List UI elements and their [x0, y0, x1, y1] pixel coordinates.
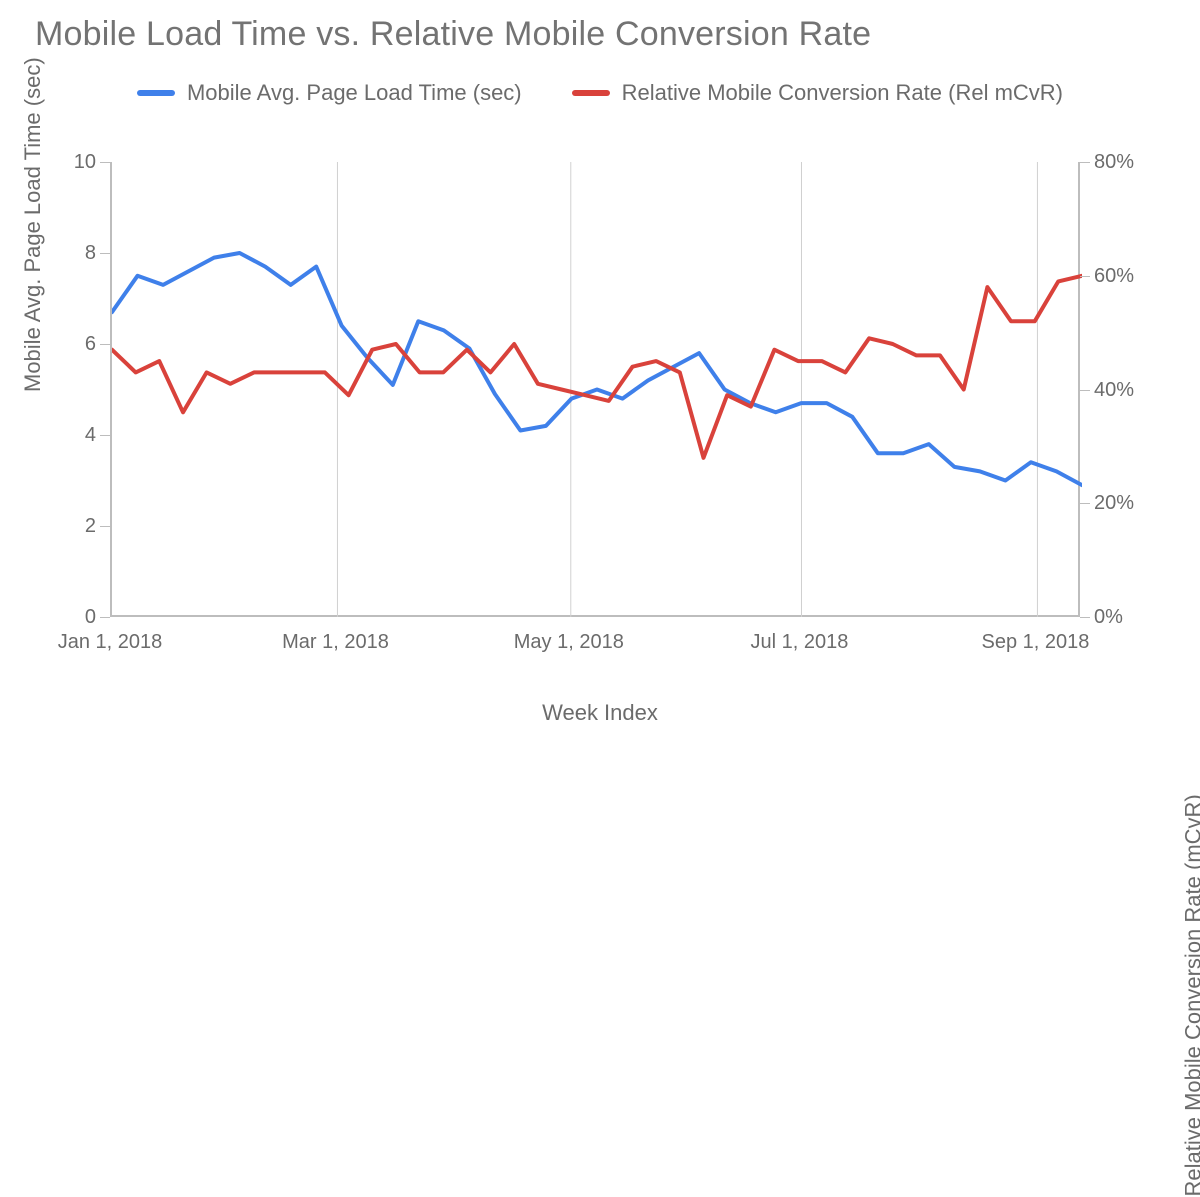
x-tick-label: Mar 1, 2018	[282, 631, 389, 654]
y-right-tick-label: 20%	[1094, 493, 1134, 513]
legend-label-series1: Mobile Avg. Page Load Time (sec)	[187, 80, 522, 106]
legend-item-series2: Relative Mobile Conversion Rate (Rel mCv…	[572, 80, 1063, 106]
x-tick-label: May 1, 2018	[514, 631, 624, 654]
y-right-tick-label: 60%	[1094, 266, 1134, 286]
y-right-tick-label: 40%	[1094, 380, 1134, 400]
line-series1	[112, 253, 1082, 485]
legend: Mobile Avg. Page Load Time (sec) Relativ…	[0, 80, 1200, 106]
y-axis-left-title: Mobile Avg. Page Load Time (sec)	[20, 57, 46, 392]
y-right-tick-mark	[1080, 503, 1090, 504]
x-axis-title: Week Index	[542, 700, 658, 726]
y-left-tick-label: 0	[85, 607, 96, 627]
x-tick-label: Jul 1, 2018	[751, 631, 849, 654]
y-left-tick-label: 2	[85, 516, 96, 536]
chart-title: Mobile Load Time vs. Relative Mobile Con…	[35, 15, 871, 54]
y-left-tick-mark	[100, 162, 110, 163]
legend-swatch-red	[572, 90, 610, 96]
line-series2	[112, 276, 1082, 458]
y-right-tick-label: 0%	[1094, 607, 1123, 627]
x-tick-label: Jan 1, 2018	[58, 631, 163, 654]
y-right-tick-mark	[1080, 276, 1090, 277]
y-right-tick-mark	[1080, 162, 1090, 163]
y-left-tick-mark	[100, 435, 110, 436]
y-right-tick-label: 80%	[1094, 152, 1134, 172]
chart-lines-svg	[112, 162, 1082, 617]
y-left-tick-label: 4	[85, 425, 96, 445]
x-tick-label: Sep 1, 2018	[981, 631, 1089, 654]
legend-item-series1: Mobile Avg. Page Load Time (sec)	[137, 80, 522, 106]
plot-area	[110, 162, 1080, 617]
y-left-tick-label: 10	[74, 152, 96, 172]
chart-container: Mobile Load Time vs. Relative Mobile Con…	[0, 0, 1200, 742]
y-left-tick-label: 8	[85, 243, 96, 263]
y-right-tick-mark	[1080, 617, 1090, 618]
y-left-tick-label: 6	[85, 334, 96, 354]
legend-swatch-blue	[137, 90, 175, 96]
legend-label-series2: Relative Mobile Conversion Rate (Rel mCv…	[622, 80, 1063, 106]
y-axis-right-title: Relative Mobile Conversion Rate (mCvR)	[1180, 794, 1200, 1196]
y-left-tick-mark	[100, 253, 110, 254]
y-left-tick-mark	[100, 617, 110, 618]
y-right-tick-mark	[1080, 390, 1090, 391]
y-left-tick-mark	[100, 344, 110, 345]
y-left-tick-mark	[100, 526, 110, 527]
